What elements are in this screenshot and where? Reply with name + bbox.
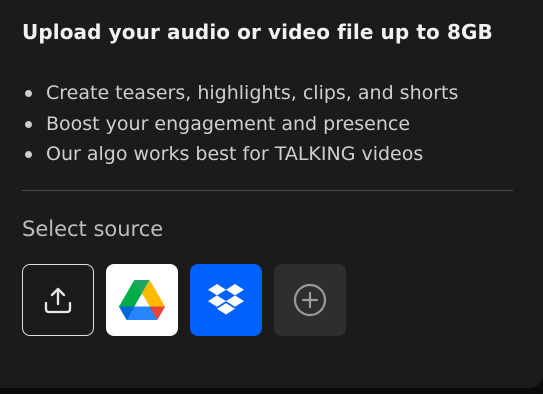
panel-title: Upload your audio or video file up to 8G… [22, 20, 493, 44]
upload-icon [42, 284, 74, 316]
bullet-icon [25, 151, 32, 158]
feature-text: Boost your engagement and presence [46, 112, 411, 135]
feature-item: Boost your engagement and presence [22, 109, 458, 140]
source-buttons [22, 264, 346, 336]
divider [22, 190, 513, 191]
bullet-icon [25, 90, 32, 97]
feature-text: Create teasers, highlights, clips, and s… [46, 82, 459, 104]
more-sources-button[interactable] [274, 264, 346, 336]
select-source-label: Select source [22, 217, 164, 241]
feature-text: Our algo works best for TALKING videos [46, 143, 424, 165]
plus-circle-icon [293, 283, 327, 317]
upload-source-button[interactable] [22, 264, 94, 336]
google-drive-icon [119, 280, 165, 320]
feature-list: Create teasers, highlights, clips, and s… [22, 78, 458, 170]
dropbox-source-button[interactable] [190, 264, 262, 336]
google-drive-source-button[interactable] [106, 264, 178, 336]
feature-item: Create teasers, highlights, clips, and s… [22, 78, 458, 109]
upload-panel: Upload your audio or video file up to 8G… [0, 0, 543, 388]
bullet-icon [25, 120, 32, 128]
feature-item: Our algo works best for TALKING videos [22, 139, 458, 170]
dropbox-icon [208, 284, 244, 316]
